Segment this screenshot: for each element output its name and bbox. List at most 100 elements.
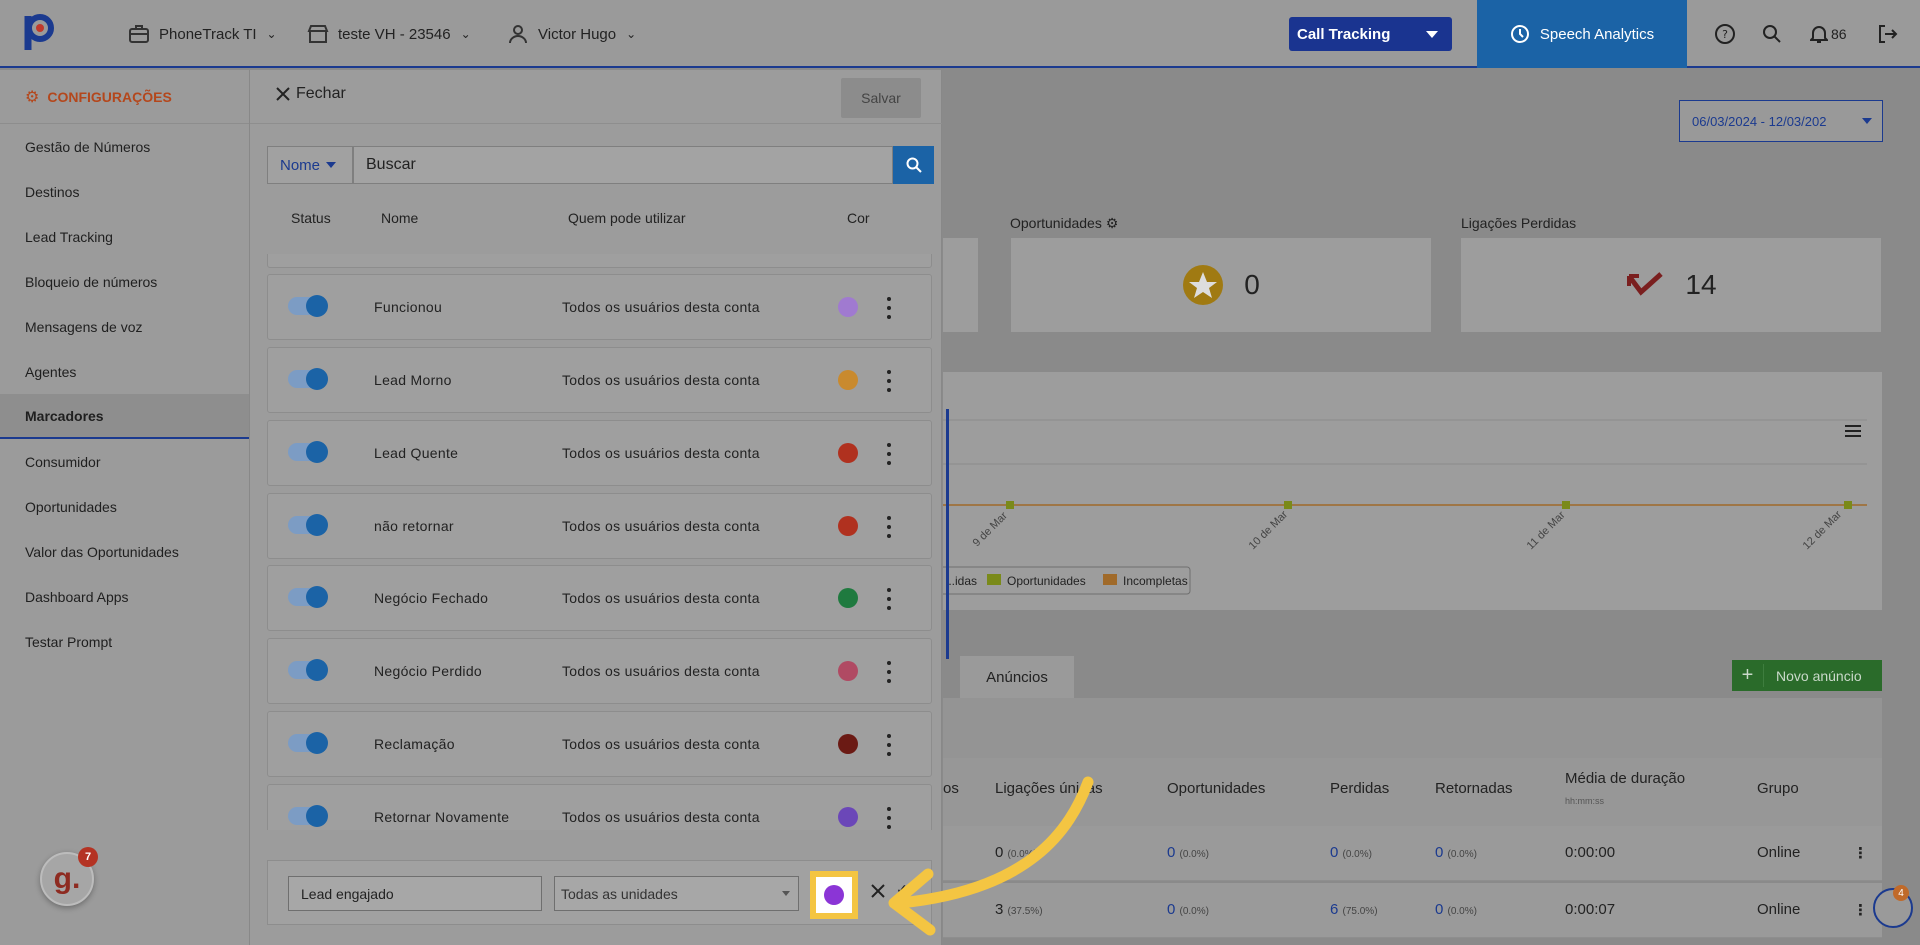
legend-item[interactable]: ...idas (945, 574, 977, 588)
legend-item[interactable]: Incompletas (1123, 574, 1188, 588)
status-toggle[interactable] (288, 295, 328, 317)
sidebar-item-oportunidades[interactable]: Oportunidades (0, 484, 249, 529)
date-range-picker[interactable]: 06/03/2024 - 12/03/202 (1679, 100, 1883, 142)
td-value[interactable]: 0 (1330, 844, 1338, 861)
marker-who: Todos os usuários desta conta (562, 736, 760, 752)
color-picker-button[interactable] (810, 871, 858, 919)
kpi-partial-box (943, 238, 978, 332)
td-duration: 0:00:07 (1565, 901, 1616, 918)
status-toggle[interactable] (288, 441, 328, 463)
kpi-value: 14 (1685, 269, 1717, 300)
more-options-icon[interactable] (884, 370, 894, 392)
td-pct: (75.0%) (1342, 906, 1378, 917)
store-icon (307, 25, 329, 43)
panel-header: Fechar Salvar (250, 70, 942, 124)
marker-name: Negócio Perdido (374, 663, 483, 679)
save-button[interactable]: Salvar (841, 78, 921, 118)
marker-who: Todos os usuários desta conta (562, 590, 760, 606)
search-icon[interactable] (1758, 20, 1786, 48)
notifications-button[interactable]: 86 (1810, 20, 1860, 48)
account-menu[interactable]: teste VH - 23546 ⌄ (306, 0, 471, 68)
marker-color-dot (838, 443, 858, 463)
marker-color-dot (838, 297, 858, 317)
sidebar-item-mensagens-voz[interactable]: Mensagens de voz (0, 304, 249, 349)
more-options-icon[interactable] (884, 516, 894, 538)
scrollbar[interactable] (946, 409, 949, 659)
user-menu[interactable]: Victor Hugo ⌄ (506, 0, 636, 68)
td-pct: (0.0%) (1179, 906, 1209, 917)
list-item (267, 254, 932, 268)
th[interactable]: Oportunidades (1167, 780, 1265, 797)
marker-name: Lead Quente (374, 445, 459, 461)
status-toggle[interactable] (288, 368, 328, 390)
marker-name: não retornar (374, 518, 454, 534)
company-menu[interactable]: PhoneTrack TI ⌄ (127, 0, 277, 68)
sidebar-item-destinos[interactable]: Destinos (0, 169, 249, 214)
caret-down-icon (1862, 118, 1872, 124)
kpi-label-oportunidades: Oportunidades ⚙ (1010, 215, 1118, 232)
marker-color-dot (838, 516, 858, 536)
more-options-icon[interactable] (884, 297, 894, 319)
sidebar-item-lead-tracking[interactable]: Lead Tracking (0, 214, 249, 259)
sidebar-item-gestao-numeros[interactable]: Gestão de Números (0, 124, 249, 169)
sidebar-item-agentes[interactable]: Agentes (0, 349, 249, 394)
company-label: PhoneTrack TI (159, 25, 257, 43)
product-select[interactable]: Call Tracking (1289, 17, 1452, 51)
kebab-icon[interactable]: ⋮ (1853, 901, 1868, 919)
status-toggle[interactable] (288, 805, 328, 827)
more-options-icon[interactable] (884, 588, 894, 610)
more-options-icon[interactable] (884, 443, 894, 465)
new-ad-button[interactable]: + Novo anúncio (1732, 660, 1882, 691)
tab-anuncios[interactable]: Anúncios (960, 656, 1074, 698)
th[interactable]: Grupo (1757, 780, 1799, 797)
sidebar-item-testar-prompt[interactable]: Testar Prompt (0, 619, 249, 664)
status-toggle[interactable] (288, 659, 328, 681)
marker-name-input[interactable]: Lead engajado (288, 876, 542, 911)
marker-color-dot (838, 661, 858, 681)
markers-list: Funcionou Todos os usuários desta conta … (267, 254, 932, 830)
sidebar-item-consumidor[interactable]: Consumidor (0, 439, 249, 484)
units-select[interactable]: Todas as unidades (554, 876, 799, 911)
sidebar-title-text: CONFIGURAÇÕES (47, 88, 172, 105)
marker-who: Todos os usuários desta conta (562, 809, 760, 825)
gear-icon[interactable]: ⚙ (1106, 215, 1119, 231)
new-ad-label: Novo anúncio (1776, 667, 1862, 684)
td-value[interactable]: 0 (1167, 844, 1175, 861)
th[interactable]: Perdidas (1330, 780, 1389, 797)
filter-field-select[interactable]: Nome (267, 146, 353, 184)
logout-icon[interactable] (1873, 20, 1901, 48)
td-value[interactable]: 0 (1435, 901, 1443, 918)
status-toggle[interactable] (288, 514, 328, 536)
close-button[interactable]: Fechar (276, 85, 346, 103)
chart-svg: 9 de Mar 10 de Mar 11 de Mar 12 de Mar .… (932, 419, 1867, 595)
marker-name: Negócio Fechado (374, 590, 489, 606)
td-value[interactable]: 0 (1167, 901, 1175, 918)
sidebar-item-marcadores[interactable]: Marcadores (0, 394, 249, 439)
phonetrack-logo[interactable] (22, 12, 56, 54)
speech-analytics-button[interactable]: Speech Analytics (1477, 0, 1687, 68)
more-options-icon[interactable] (884, 734, 894, 756)
legend-item[interactable]: Oportunidades (1007, 574, 1086, 588)
status-toggle[interactable] (288, 732, 328, 754)
help-icon[interactable]: ? (1711, 20, 1739, 48)
th[interactable]: Retornadas (1435, 780, 1513, 797)
sidebar-item-valor-oportunidades[interactable]: Valor das Oportunidades (0, 529, 249, 574)
list-item: Retornar Novamente Todos os usuários des… (267, 784, 932, 830)
th-sub: hh:mm:ss (1565, 796, 1605, 806)
col-name: Nome (381, 210, 419, 226)
help-widget-count: 7 (78, 847, 98, 867)
td-value[interactable]: 0 (1435, 844, 1443, 861)
menu-icon[interactable] (1845, 425, 1861, 437)
missed-call-icon (1627, 272, 1664, 296)
kebab-icon[interactable]: ⋮ (1853, 844, 1868, 862)
th[interactable]: Média de duração (1565, 770, 1685, 787)
td-value[interactable]: 6 (1330, 901, 1338, 918)
search-button[interactable] (893, 146, 934, 184)
more-options-icon[interactable] (884, 661, 894, 683)
kpi-oportunidades: 0 (1011, 238, 1431, 332)
sidebar-item-bloqueio[interactable]: Bloqueio de números (0, 259, 249, 304)
sidebar-item-dashboard-apps[interactable]: Dashboard Apps (0, 574, 249, 619)
briefcase-icon (129, 25, 149, 43)
status-toggle[interactable] (288, 586, 328, 608)
search-input[interactable]: Buscar (353, 146, 893, 184)
